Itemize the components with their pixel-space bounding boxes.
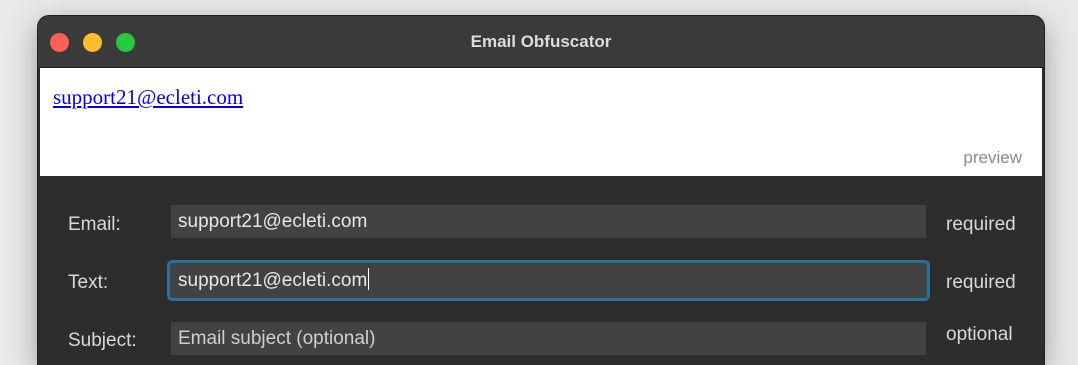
email-obfuscator-window: Email Obfuscator support21@ecleti.com pr… bbox=[38, 16, 1044, 365]
email-required-label: required bbox=[946, 214, 1016, 235]
title-bar[interactable]: Email Obfuscator bbox=[38, 16, 1044, 68]
text-field[interactable]: support21@ecleti.com bbox=[167, 260, 930, 301]
text-field-value: support21@ecleti.com bbox=[178, 270, 368, 291]
preview-label: preview bbox=[963, 148, 1022, 167]
subject-field[interactable]: Email subject (optional) bbox=[171, 322, 926, 355]
text-required-label: required bbox=[946, 272, 1016, 293]
preview-email-link[interactable]: support21@ecleti.com bbox=[53, 85, 243, 110]
preview-pane: support21@ecleti.com preview bbox=[40, 68, 1042, 176]
text-label: Text: bbox=[68, 272, 109, 293]
subject-optional-label: optional bbox=[946, 324, 1013, 345]
subject-placeholder: Email subject (optional) bbox=[178, 328, 376, 349]
subject-label: Subject: bbox=[68, 330, 137, 351]
text-cursor bbox=[368, 268, 370, 290]
email-field[interactable]: support21@ecleti.com bbox=[171, 205, 926, 238]
email-label: Email: bbox=[68, 214, 121, 235]
window-title: Email Obfuscator bbox=[470, 32, 612, 51]
